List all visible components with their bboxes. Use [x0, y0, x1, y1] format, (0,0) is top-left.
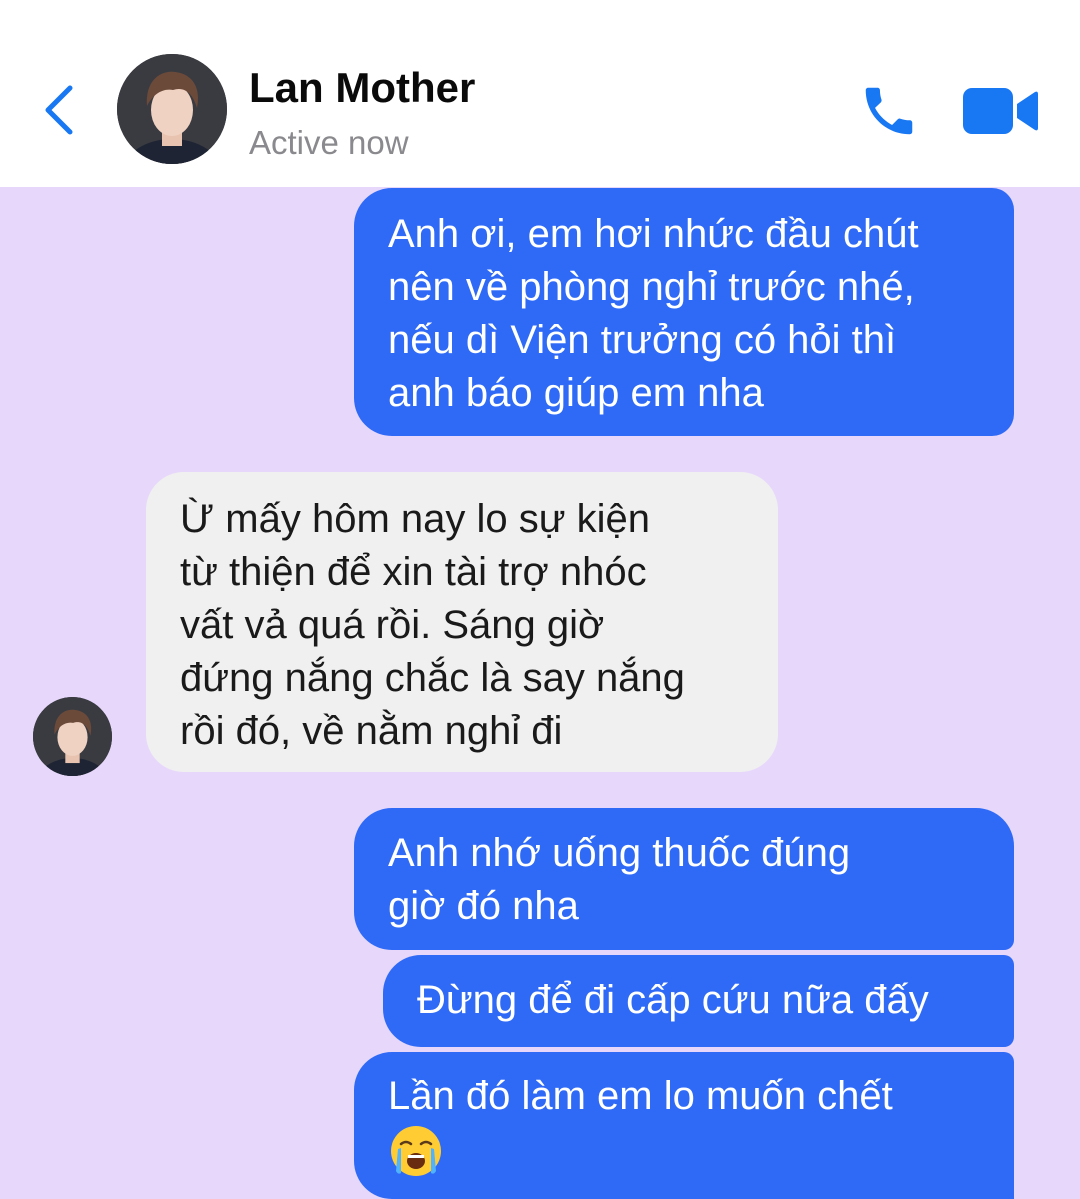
- message-line: anh báo giúp em nha: [388, 371, 764, 415]
- message-line: giờ đó nha: [388, 884, 579, 928]
- message-line: Anh nhớ uống thuốc đúng: [388, 831, 851, 875]
- message-text: Anh ơi, em hơi nhức đầu chút nên về phòn…: [388, 208, 919, 420]
- back-button[interactable]: [36, 80, 86, 140]
- message-text: Đừng để đi cấp cứu nữa đấy: [417, 974, 929, 1027]
- message-text: Ừ mấy hôm nay lo sự kiện từ thiện để xin…: [180, 493, 685, 758]
- chevron-left-icon: [45, 85, 73, 135]
- message-line: từ thiện để xin tài trợ nhóc: [180, 550, 647, 594]
- message-bubble-outgoing[interactable]: Anh ơi, em hơi nhức đầu chút nên về phòn…: [354, 188, 1014, 436]
- sender-avatar[interactable]: [33, 697, 112, 776]
- emoji-line: [388, 1123, 893, 1183]
- phone-icon: [865, 87, 913, 135]
- active-status: Active now: [249, 124, 409, 161]
- message-text: Anh nhớ uống thuốc đúng giờ đó nha: [388, 827, 850, 933]
- message-line: nếu dì Viện trưởng có hỏi thì: [388, 318, 897, 362]
- contact-avatar[interactable]: [117, 54, 227, 164]
- crying-face-emoji-icon: [391, 1126, 441, 1176]
- voice-call-button[interactable]: [858, 80, 920, 142]
- message-text: Lần đó làm em lo muốn chết: [388, 1070, 893, 1183]
- message-bubble-outgoing[interactable]: Lần đó làm em lo muốn chết: [354, 1052, 1014, 1199]
- video-call-button[interactable]: [961, 84, 1039, 138]
- message-line: nên về phòng nghỉ trước nhé,: [388, 265, 915, 309]
- message-line: rồi đó, về nằm nghỉ đi: [180, 709, 563, 753]
- message-line: Đừng để đi cấp cứu nữa đấy: [417, 978, 929, 1022]
- message-line: đứng nắng chắc là say nắng: [180, 656, 685, 700]
- contact-name[interactable]: Lan Mother: [249, 64, 475, 112]
- message-line: vất vả quá rồi. Sáng giờ: [180, 603, 605, 647]
- message-line: Anh ơi, em hơi nhức đầu chút: [388, 212, 919, 256]
- video-camera-icon: [963, 88, 1038, 134]
- message-bubble-incoming[interactable]: Ừ mấy hôm nay lo sự kiện từ thiện để xin…: [146, 472, 778, 772]
- message-bubble-outgoing[interactable]: Đừng để đi cấp cứu nữa đấy: [383, 955, 1014, 1047]
- message-bubble-outgoing[interactable]: Anh nhớ uống thuốc đúng giờ đó nha: [354, 808, 1014, 950]
- avatar-image: [33, 697, 112, 776]
- message-line: Lần đó làm em lo muốn chết: [388, 1074, 893, 1118]
- message-line: Ừ mấy hôm nay lo sự kiện: [180, 497, 650, 541]
- avatar-image: [117, 54, 227, 164]
- chat-header: Lan Mother Active now: [0, 0, 1080, 187]
